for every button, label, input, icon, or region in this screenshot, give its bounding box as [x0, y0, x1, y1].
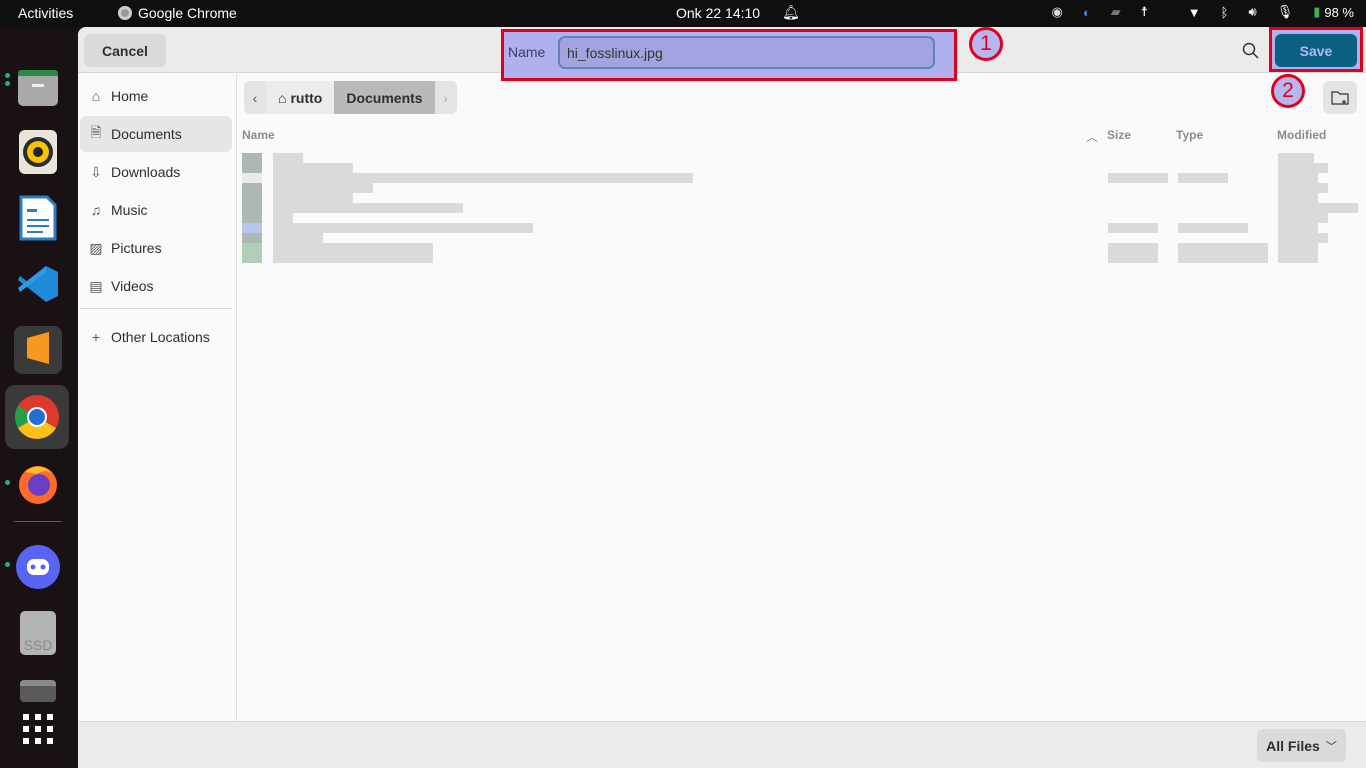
annotation-2: 2: [1271, 74, 1305, 108]
microphone-icon[interactable]: 🎙︎: [1277, 4, 1294, 20]
sidebar-item-videos[interactable]: ▤ Videos: [80, 268, 232, 304]
dock: SSD: [0, 27, 76, 768]
discord-icon[interactable]: [14, 543, 62, 591]
places-sidebar: ⌂ Home 🗎︎ Documents ⇩ Downloads ♫ Music ▨ Pic…: [78, 74, 237, 721]
sort-ascending-icon[interactable]: ︿: [1086, 128, 1098, 145]
home-icon: ⌂: [278, 89, 287, 106]
file-list: [242, 152, 1358, 263]
sublime-text-icon[interactable]: [14, 326, 62, 374]
video-icon: ▤: [89, 277, 103, 294]
file-row[interactable]: [242, 202, 1358, 213]
save-highlight: Save: [1269, 27, 1363, 72]
plus-icon: +: [91, 329, 101, 345]
sidebar-separator: [80, 308, 232, 309]
ssd-drive-icon[interactable]: SSD: [14, 609, 62, 657]
file-row[interactable]: [242, 252, 1358, 263]
dialog-footer: All Files ﹀: [78, 721, 1366, 768]
files-icon[interactable]: [14, 64, 62, 112]
annotation-1: 1: [969, 27, 1003, 61]
file-row[interactable]: [242, 152, 1358, 163]
cancel-button[interactable]: Cancel: [84, 34, 166, 67]
steam-icon[interactable]: ◐: [1083, 5, 1091, 20]
notification-bell-icon[interactable]: 🔔︎: [782, 4, 800, 21]
rhythmbox-icon[interactable]: [14, 128, 62, 176]
clock[interactable]: Onk 22 14:10: [676, 5, 760, 21]
libreoffice-writer-icon[interactable]: [14, 194, 62, 242]
music-icon: ♫: [90, 202, 102, 218]
app-name: Google Chrome: [138, 5, 237, 21]
firefox-icon[interactable]: [14, 459, 62, 507]
sidebar-item-other-locations[interactable]: + Other Locations: [80, 319, 232, 355]
chat-icon[interactable]: ▰: [1111, 4, 1121, 20]
file-row[interactable]: [242, 162, 1358, 173]
sidebar-item-pictures[interactable]: ▨ Pictures: [80, 230, 232, 266]
path-back-button[interactable]: ‹: [244, 81, 266, 114]
column-type[interactable]: Type: [1176, 128, 1203, 142]
file-row[interactable]: [242, 192, 1358, 203]
home-icon: ⌂: [91, 88, 101, 104]
sidebar-item-music[interactable]: ♫ Music: [80, 192, 232, 228]
file-row[interactable]: [242, 232, 1358, 243]
path-segment-documents[interactable]: Documents: [334, 81, 435, 114]
top-bar: Activities Google Chrome Onk 22 14:10 🔔︎…: [0, 0, 1366, 27]
battery-percent: 98 %: [1324, 4, 1354, 20]
search-icon[interactable]: [1241, 41, 1261, 61]
file-row[interactable]: [242, 182, 1358, 193]
new-folder-button[interactable]: [1323, 81, 1357, 114]
document-icon: 🗎︎: [90, 124, 102, 140]
file-row[interactable]: [242, 172, 1358, 183]
dialog-header: Cancel Name 1 Save: [78, 27, 1366, 81]
filename-area: Name: [501, 29, 957, 81]
download-icon: ⇩: [90, 163, 102, 180]
column-name[interactable]: Name: [242, 128, 275, 142]
path-bar: ‹ ⌂ rutto Documents ›: [244, 81, 457, 114]
chrome-icon: [118, 6, 132, 20]
app-menu[interactable]: Google Chrome: [118, 5, 237, 21]
discord-icon[interactable]: ◉: [1052, 4, 1063, 20]
sidebar-item-home[interactable]: ⌂ Home: [80, 78, 232, 114]
name-label: Name: [508, 44, 546, 60]
save-file-dialog: Cancel Name 1 Save 2 ⌂Home 🗎︎Documents ⇩…: [78, 27, 1366, 768]
path-forward-button[interactable]: ›: [434, 81, 457, 114]
wifi-icon[interactable]: ▼: [1188, 5, 1201, 20]
accessibility-icon[interactable]: ☨: [1141, 4, 1148, 20]
system-tray[interactable]: ◉ ◐ ▰ ☨ ▼ ᛒ 🔊︎ 🎙︎ ▮ 98 %: [1032, 4, 1355, 20]
file-row[interactable]: [242, 242, 1358, 253]
volume-icon[interactable]: 🔊︎: [1248, 4, 1256, 20]
sidebar-item-downloads[interactable]: ⇩ Downloads: [80, 154, 232, 190]
column-headers: Name ︿ Size Type Modified: [238, 122, 1358, 148]
chrome-icon[interactable]: [5, 385, 69, 449]
file-row[interactable]: [242, 222, 1358, 233]
new-folder-icon: [1331, 90, 1349, 105]
pictures-icon: ▨: [89, 239, 103, 256]
column-size[interactable]: Size: [1107, 128, 1131, 142]
column-modified[interactable]: Modified: [1277, 128, 1326, 142]
file-type-filter[interactable]: All Files ﹀: [1257, 729, 1346, 762]
activities-button[interactable]: Activities: [18, 5, 73, 21]
path-segment-home[interactable]: ⌂ rutto: [266, 81, 335, 114]
bluetooth-icon[interactable]: ᛒ: [1221, 5, 1229, 20]
filename-input[interactable]: [558, 36, 935, 69]
save-button[interactable]: Save: [1275, 34, 1357, 67]
battery-icon[interactable]: ▮: [1313, 4, 1320, 20]
chevron-down-icon: ﹀: [1325, 740, 1337, 753]
vscode-icon[interactable]: [14, 260, 62, 308]
sidebar-item-documents[interactable]: 🗎︎ Documents: [80, 116, 232, 152]
show-applications-icon[interactable]: [14, 705, 62, 753]
file-row[interactable]: [242, 212, 1358, 223]
